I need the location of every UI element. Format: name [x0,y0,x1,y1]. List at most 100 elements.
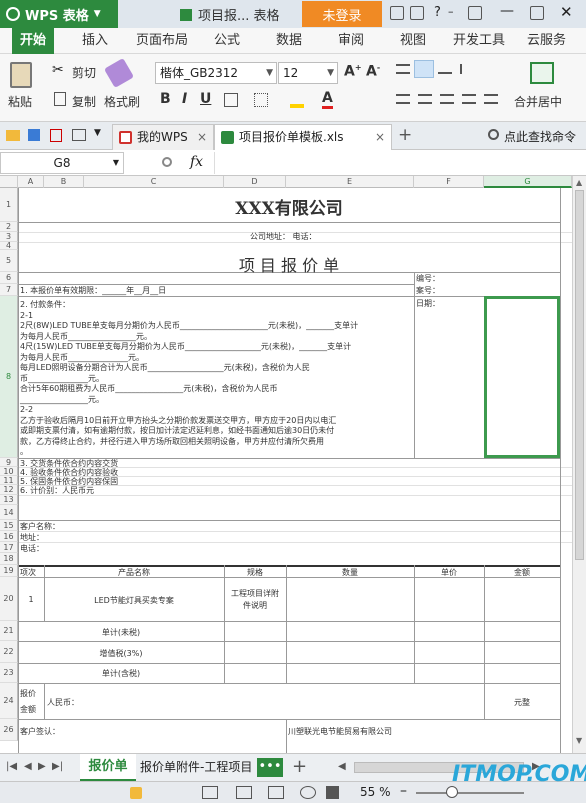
font-family-select[interactable]: 楷体_GB2312 ▼ [155,62,277,84]
row-header[interactable]: 21 [0,621,18,641]
column-header[interactable]: C [84,176,224,188]
minimize-icon[interactable]: — [500,3,514,19]
cell-fill-pattern-icon[interactable] [254,93,268,107]
row-header[interactable]: 22 [0,641,18,663]
align-bottom-icon[interactable] [438,64,452,74]
print-icon[interactable] [72,129,86,141]
folder-icon[interactable] [6,130,20,141]
tab-formulas[interactable]: 公式 [214,28,240,54]
bold-icon[interactable]: B [160,91,171,107]
row-header[interactable]: 12 [0,485,18,495]
tab-document[interactable]: 项目报价单模板.xls × [214,124,392,150]
align-middle-icon[interactable] [414,60,434,78]
decrease-font-icon[interactable]: A- [366,63,380,80]
quick-access-chevron-icon[interactable]: ▼ [94,128,101,138]
save-icon[interactable] [28,129,40,141]
zoom-icon[interactable] [162,157,172,167]
tab-view[interactable]: 视图 [400,28,426,54]
normal-view-icon[interactable] [202,786,218,799]
new-tab-icon[interactable]: + [398,125,412,145]
merge-center-icon[interactable] [530,62,554,84]
format-painter-icon[interactable] [103,57,135,89]
maximize-icon[interactable] [530,6,544,20]
format-painter-button[interactable]: 格式刷 [104,93,140,110]
zoom-slider-thumb[interactable] [446,786,458,798]
page-break-view-icon[interactable] [236,786,252,799]
row-header[interactable]: 16 [0,531,18,542]
column-header[interactable]: A [18,176,44,188]
increase-font-icon[interactable]: A+ [344,63,362,80]
italic-icon[interactable]: I [182,91,187,107]
formula-input[interactable] [214,152,582,174]
next-sheet-icon[interactable]: ▶ [38,761,46,772]
cut-button[interactable]: 剪切 [72,64,96,81]
add-sheet-icon[interactable]: + [292,756,307,777]
close-icon[interactable]: ✕ [560,3,573,21]
last-sheet-icon[interactable]: ▶| [52,761,63,772]
row-header[interactable]: 1 [0,188,18,222]
shirt-icon[interactable] [410,6,424,20]
row-header[interactable]: 8 [0,296,18,458]
copy-button[interactable]: 复制 [72,93,96,110]
zoom-out-icon[interactable]: – [400,783,407,799]
border-icon[interactable] [224,93,238,107]
tab-cloud[interactable]: 云服务 [527,28,566,54]
column-header[interactable]: E [286,176,414,188]
restore-window-icon[interactable] [468,6,482,20]
tab-home[interactable]: 开始 [12,28,55,54]
minimize-ribbon-icon[interactable]: – [448,5,454,18]
row-header[interactable]: 26 [0,719,18,741]
more-sheets-icon[interactable]: ••• [257,758,283,777]
close-tab-icon[interactable]: × [197,125,207,149]
tab-review[interactable]: 审阅 [338,28,364,54]
row-header[interactable]: 20 [0,577,18,621]
column-header[interactable]: B [44,176,84,188]
row-header[interactable]: 18 [0,553,18,565]
skin-icon[interactable] [390,6,404,20]
pdf-icon[interactable] [50,129,62,142]
row-header[interactable]: 19 [0,565,18,577]
close-tab-icon[interactable]: × [375,125,385,149]
row-header[interactable]: 11 [0,476,18,485]
align-top-icon[interactable] [396,64,410,74]
prev-sheet-icon[interactable]: ◀ [24,761,32,772]
worksheet-grid[interactable]: 1 2 3 4 5 6 7 8 9 10 11 12 13 14 15 16 1… [0,188,572,753]
scroll-down-icon[interactable]: ▼ [576,736,582,745]
copy-icon[interactable] [54,92,66,106]
paste-button[interactable]: 粘贴 [8,93,32,110]
scissors-icon[interactable]: ✂ [52,62,64,78]
scroll-thumb[interactable] [575,190,584,560]
distributed-icon[interactable] [484,94,498,104]
align-right-icon[interactable] [440,94,454,104]
orientation-icon[interactable] [460,64,474,74]
underline-icon[interactable]: U [200,91,211,107]
font-color-icon[interactable]: A [322,90,333,109]
tab-developer[interactable]: 开发工具 [453,28,505,54]
row-header[interactable]: 2 [0,222,18,232]
tab-page-layout[interactable]: 页面布局 [136,28,188,54]
row-header[interactable]: 17 [0,542,18,553]
find-command-box[interactable]: 点此查找命令 [504,128,576,145]
column-header[interactable]: G [484,176,572,188]
row-header[interactable]: 15 [0,520,18,531]
help-icon[interactable]: ? [434,5,441,20]
tab-data[interactable]: 数据 [276,28,302,54]
paste-icon[interactable] [10,62,32,88]
hscroll-left-icon[interactable]: ◀ [338,761,346,772]
align-center-icon[interactable] [418,94,432,104]
wps-menu-button[interactable]: WPS 表格 ▼ [0,0,118,28]
first-sheet-icon[interactable]: |◀ [6,761,17,772]
row-header[interactable]: 4 [0,242,18,250]
zoom-slider[interactable] [416,792,524,794]
row-header[interactable]: 6 [0,272,18,284]
justify-icon[interactable] [462,94,476,104]
sheet-tab-attachment[interactable]: 报价单附件-工程项目 [140,754,256,781]
row-header[interactable]: 24 [0,683,18,719]
merge-center-button[interactable]: 合并居中 [514,93,562,110]
align-left-icon[interactable] [396,94,410,104]
row-header[interactable]: 13 [0,495,18,505]
login-button[interactable]: 未登录 [302,1,382,27]
reading-mode-icon[interactable] [268,786,284,799]
selected-cell-g8[interactable] [484,296,560,458]
insert-function-icon[interactable]: fx [190,154,203,170]
